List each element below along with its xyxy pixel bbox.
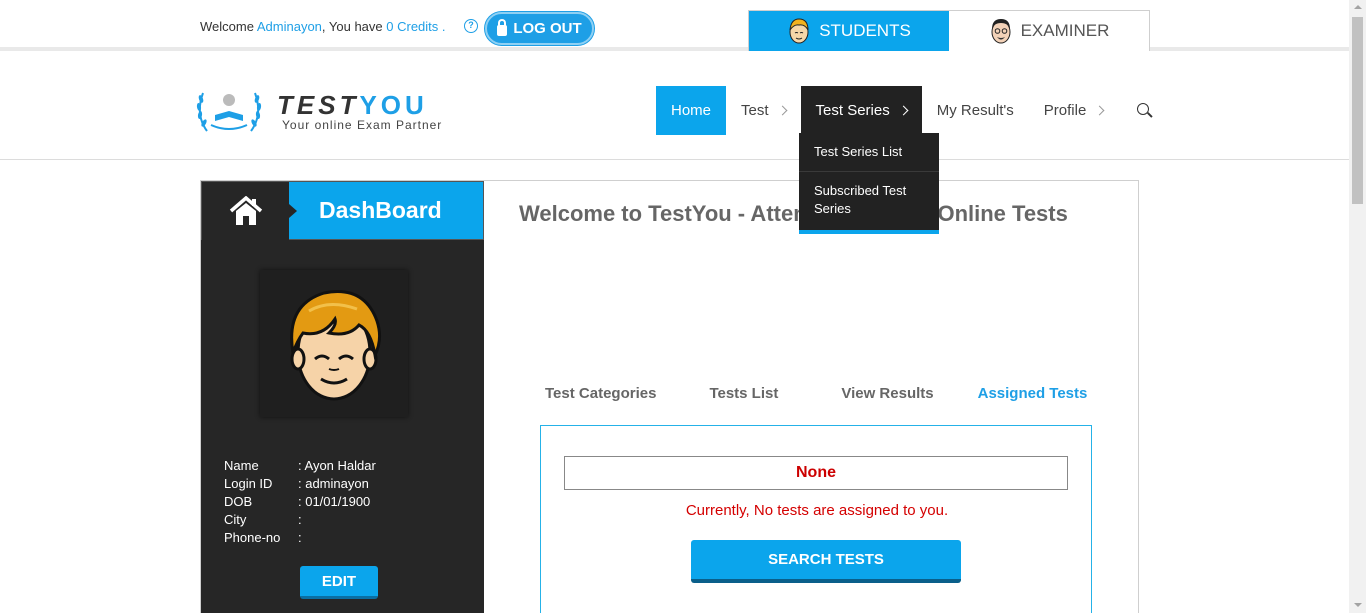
profile-row-name: Name : Ayon Haldar (224, 457, 376, 475)
profile-value: : (298, 512, 302, 527)
nav-test-label: Test (741, 102, 769, 119)
top-bar: Welcome Adminayon, You have 0 Credits . … (0, 0, 1349, 51)
tab-view-results[interactable]: View Results (841, 385, 933, 402)
menu-item-test-series-list[interactable]: Test Series List (799, 133, 939, 172)
nav-profile-label: Profile (1043, 102, 1087, 119)
nav-search[interactable] (1118, 86, 1168, 135)
profile-label: Name (224, 458, 259, 473)
dashboard-sidebar: DashBoard Name : Ayon Haldar Login ID : (201, 181, 484, 613)
tab-examiner[interactable]: EXAMINER (949, 11, 1149, 51)
page: Welcome Adminayon, You have 0 Credits . … (0, 0, 1366, 613)
main-nav: Home Test Test Series My Result's Profil… (656, 86, 1168, 135)
profile-row-login: Login ID : adminayon (224, 475, 376, 493)
profile-value: : 01/01/1900 (298, 494, 371, 509)
student-avatar-large-icon (290, 290, 382, 401)
chevron-right-icon (898, 105, 909, 116)
student-avatar-icon (789, 18, 809, 44)
role-tabs: STUDENTS EXAMINER (748, 10, 1150, 51)
welcome-prefix: Welcome (200, 19, 254, 34)
no-tests-message: Currently, No tests are assigned to you. (685, 502, 949, 519)
profile-label: City (224, 512, 247, 527)
profile-label: DOB (224, 494, 253, 509)
nav-home[interactable]: Home (656, 86, 727, 135)
help-circle-icon[interactable]: ? (464, 19, 478, 33)
tab-students-label: STUDENTS (819, 21, 911, 40)
profile-value: : Ayon Haldar (298, 458, 376, 473)
site-logo[interactable]: TESTYOU Your online Exam Partner (195, 85, 455, 135)
nav-profile[interactable]: Profile (1029, 86, 1119, 135)
dashboard-header: DashBoard (201, 181, 484, 240)
avatar (260, 270, 408, 417)
nav-test-series[interactable]: Test Series (800, 86, 922, 135)
scroll-down-arrow-icon[interactable] (1354, 603, 1362, 607)
nav-my-results[interactable]: My Result's (922, 86, 1029, 135)
brand-name-part2: YOU (359, 90, 428, 120)
assigned-tests-panel: None Currently, No tests are assigned to… (540, 425, 1092, 613)
assigned-tests-select[interactable]: None (564, 456, 1068, 490)
profile-row-city: City : (224, 511, 376, 529)
logout-button[interactable]: LOG OUT (485, 12, 594, 45)
nav-test-series-label: Test Series (815, 102, 890, 119)
brand-tagline: Your online Exam Partner (282, 118, 443, 132)
home-icon (229, 196, 262, 225)
credits-prefix: , You have (321, 19, 383, 34)
tab-test-categories[interactable]: Test Categories (545, 385, 656, 402)
profile-row-dob: DOB : 01/01/1900 (224, 493, 376, 511)
welcome-message: Welcome Adminayon, You have 0 Credits . (200, 19, 446, 34)
profile-value: : (298, 530, 302, 545)
vertical-scrollbar[interactable] (1349, 0, 1366, 613)
brand-name: TESTYOU (277, 90, 428, 121)
examiner-avatar-icon (991, 19, 1011, 44)
search-tests-button[interactable]: SEARCH TESTS (691, 540, 961, 583)
search-icon (1137, 102, 1153, 119)
profile-value: : adminayon (298, 476, 369, 491)
tab-assigned-tests[interactable]: Assigned Tests (978, 385, 1088, 402)
edit-profile-button[interactable]: EDIT (300, 566, 378, 599)
lock-icon (497, 18, 508, 36)
chevron-right-icon (777, 105, 787, 116)
test-series-dropdown: Test Series List Subscribed Test Series (799, 133, 939, 234)
tab-tests-list[interactable]: Tests List (709, 385, 778, 402)
profile-row-phone: Phone-no : (224, 529, 376, 547)
home-button[interactable] (202, 182, 297, 240)
scroll-up-arrow-icon[interactable] (1354, 5, 1362, 9)
nav-my-results-label: My Result's (936, 102, 1014, 119)
credits-link[interactable]: 0 Credits (386, 19, 438, 34)
site-header: TESTYOU Your online Exam Partner Home Te… (0, 55, 1349, 160)
chevron-right-icon (1094, 105, 1105, 116)
tab-examiner-label: EXAMINER (1020, 21, 1110, 40)
username-link[interactable]: Adminayon (257, 19, 322, 34)
menu-item-subscribed-test-series[interactable]: Subscribed Test Series (799, 172, 939, 230)
nav-test[interactable]: Test (726, 86, 801, 135)
nav-home-label: Home (671, 102, 712, 119)
profile-info: Name : Ayon Haldar Login ID : adminayon … (224, 457, 376, 547)
laurel-wreath-logo (196, 92, 262, 132)
dashboard-tabs: Test Categories Tests List View Results … (530, 385, 1110, 402)
scrollbar-thumb[interactable] (1352, 17, 1363, 204)
brand-name-part1: TEST (277, 90, 360, 120)
profile-label: Phone-no (224, 530, 281, 545)
tab-students[interactable]: STUDENTS (749, 11, 949, 51)
logout-label: LOG OUT (513, 20, 582, 37)
profile-label: Login ID (224, 476, 273, 491)
page-title: Welcome to TestYou - Attempt Free and On… (519, 201, 1068, 226)
credits-suffix: . (441, 19, 446, 34)
dashboard-title: DashBoard (289, 182, 483, 239)
